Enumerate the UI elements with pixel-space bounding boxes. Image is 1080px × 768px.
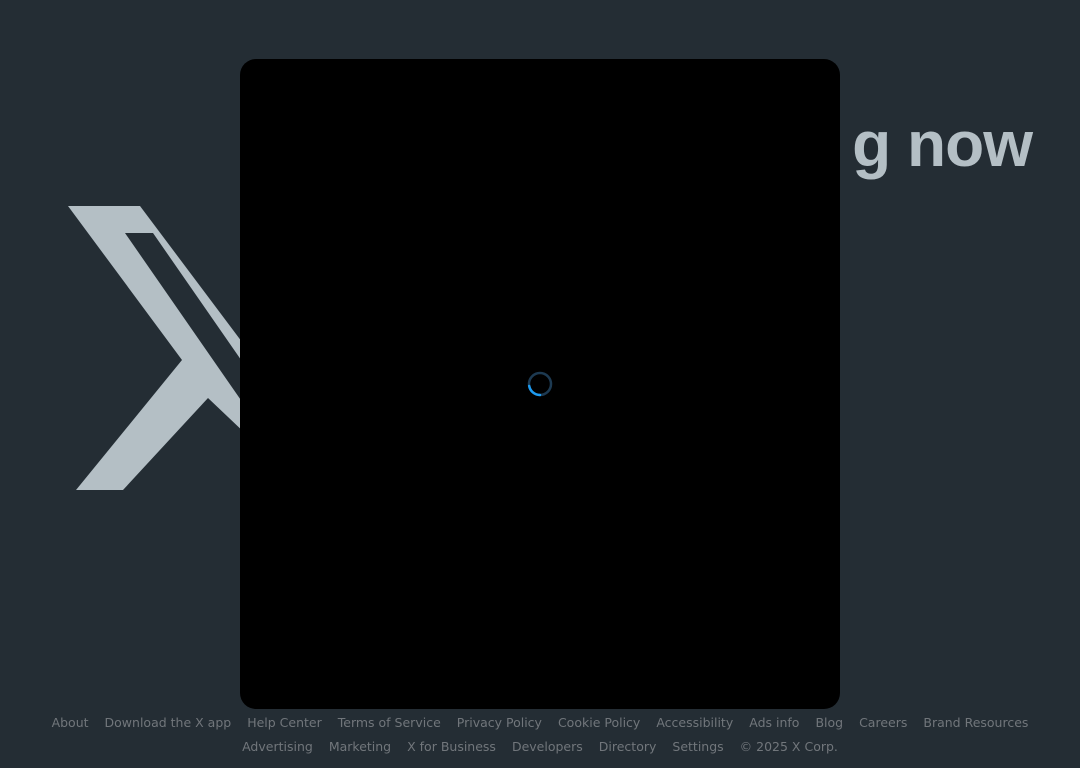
footer-link-accessibility[interactable]: Accessibility: [656, 715, 733, 730]
footer-link-help-center[interactable]: Help Center: [247, 715, 322, 730]
footer-row-1: About Download the X app Help Center Ter…: [0, 710, 1080, 734]
footer-link-blog[interactable]: Blog: [815, 715, 843, 730]
page: g now About Download the X app Help Cent…: [0, 0, 1080, 768]
footer-link-directory[interactable]: Directory: [599, 739, 657, 754]
footer-link-settings[interactable]: Settings: [672, 739, 723, 754]
footer-nav: About Download the X app Help Center Ter…: [0, 710, 1080, 758]
footer-link-brand-resources[interactable]: Brand Resources: [923, 715, 1028, 730]
footer-link-privacy[interactable]: Privacy Policy: [457, 715, 542, 730]
footer-row-2: Advertising Marketing X for Business Dev…: [0, 734, 1080, 758]
footer-link-careers[interactable]: Careers: [859, 715, 907, 730]
footer-copyright: © 2025 X Corp.: [739, 738, 838, 754]
footer-link-advertising[interactable]: Advertising: [242, 739, 313, 754]
footer-link-terms[interactable]: Terms of Service: [338, 715, 441, 730]
footer-link-marketing[interactable]: Marketing: [329, 739, 391, 754]
footer-link-cookie[interactable]: Cookie Policy: [558, 715, 640, 730]
footer-link-download-app[interactable]: Download the X app: [105, 715, 232, 730]
footer-link-ads-info[interactable]: Ads info: [749, 715, 799, 730]
footer-link-developers[interactable]: Developers: [512, 739, 583, 754]
footer-link-about[interactable]: About: [52, 715, 89, 730]
footer-link-x-for-business[interactable]: X for Business: [407, 739, 496, 754]
loading-spinner-icon: [527, 371, 553, 397]
modal-dialog: [240, 59, 840, 709]
